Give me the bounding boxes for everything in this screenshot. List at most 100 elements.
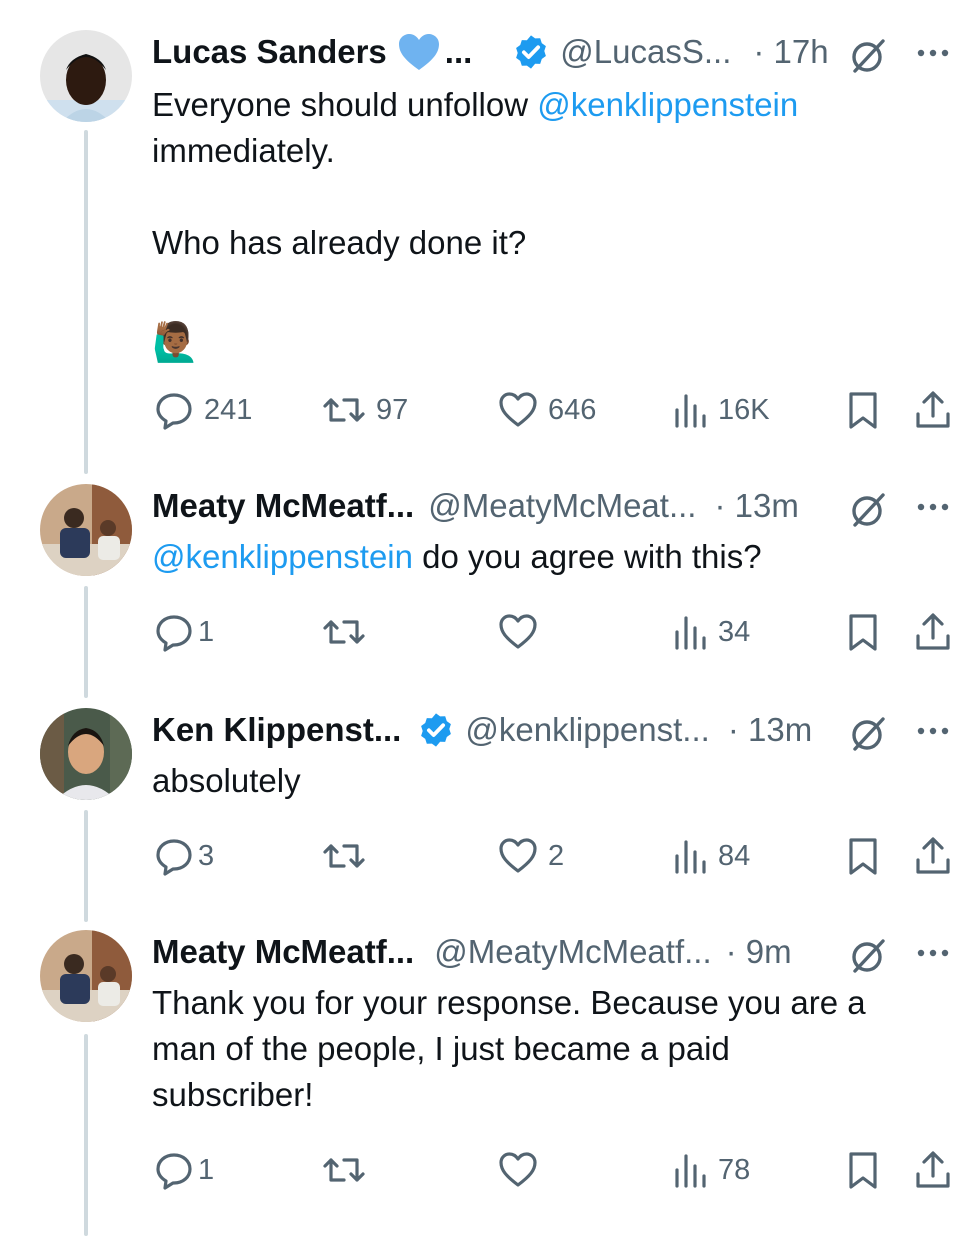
author-handle[interactable]: @MeatyMcMeat...	[428, 487, 696, 525]
text-line: subscriber!	[152, 1076, 314, 1113]
avatar[interactable]	[40, 30, 132, 122]
verified-badge-icon	[417, 711, 455, 749]
more-options-icon[interactable]	[916, 490, 950, 529]
tweet[interactable]: Meaty McMeatf... @MeatyMcMeat... · 13m @…	[0, 484, 972, 664]
author-name[interactable]: Ken Klippenst...	[152, 711, 401, 749]
analytics-icon	[675, 1154, 706, 1188]
reply-button[interactable]: 3	[154, 834, 214, 878]
share-button[interactable]	[914, 610, 952, 654]
tweet-header: Meaty McMeatf... @MeatyMcMeat... · 13m	[152, 484, 958, 528]
like-count: 2	[548, 839, 565, 872]
author-name[interactable]: Meaty McMeatf...	[152, 933, 414, 971]
repost-icon	[323, 1158, 365, 1182]
tweet-actions: 241 97 646 16K	[0, 388, 972, 432]
avatar[interactable]	[40, 484, 132, 576]
view-count: 34	[718, 615, 751, 648]
text-line: immediately.	[152, 132, 335, 169]
grok-icon[interactable]	[848, 490, 888, 535]
tweet-header: Meaty McMeatf... @MeatyMcMeatf... · 9m	[152, 930, 958, 974]
tweet-actions: 1 34	[0, 610, 972, 654]
author-handle[interactable]: @kenklippenst...	[465, 711, 709, 749]
share-icon	[916, 391, 950, 428]
mention-link[interactable]: @kenklippenstein	[152, 538, 413, 575]
bookmark-button[interactable]	[846, 834, 880, 878]
reply-count: 241	[204, 393, 253, 426]
tweet-actions: 3 2 84	[0, 834, 972, 878]
bookmark-icon	[849, 614, 877, 651]
more-options-icon[interactable]	[916, 36, 950, 75]
tweet-header: Lucas Sanders ... @LucasS... · 17h	[152, 30, 958, 74]
timestamp[interactable]: · 17h	[753, 33, 828, 71]
more-options-icon[interactable]	[916, 714, 950, 753]
author-name[interactable]: Meaty McMeatf...	[152, 487, 414, 525]
reply-button[interactable]: 241	[154, 388, 252, 432]
bookmark-button[interactable]	[846, 388, 880, 432]
grok-icon[interactable]	[848, 714, 888, 759]
reply-count: 1	[198, 1153, 215, 1186]
views-button[interactable]: 34	[672, 610, 750, 654]
repost-button[interactable]	[322, 1148, 376, 1192]
author-handle[interactable]: @LucasS...	[560, 33, 731, 71]
tweet[interactable]: Lucas Sanders ... @LucasS... · 17h Every…	[0, 30, 972, 450]
text-line: man of the people, I just became a paid	[152, 1030, 730, 1067]
bookmark-icon	[849, 838, 877, 875]
like-button[interactable]: 646	[498, 388, 596, 432]
like-button[interactable]: 2	[498, 834, 564, 878]
grok-icon[interactable]	[848, 36, 888, 81]
like-count: 646	[548, 393, 597, 426]
view-count: 78	[718, 1153, 751, 1186]
text-line: Who has already done it?	[152, 224, 527, 261]
reply-icon	[156, 1153, 192, 1190]
reply-icon	[156, 839, 192, 876]
tweet-actions: 1 78	[0, 1148, 972, 1192]
share-icon	[916, 1151, 950, 1188]
author-handle[interactable]: @MeatyMcMeatf...	[434, 933, 711, 971]
grok-icon[interactable]	[848, 936, 888, 981]
timestamp[interactable]: · 13m	[728, 711, 812, 749]
views-button[interactable]: 16K	[672, 388, 770, 432]
bookmark-button[interactable]	[846, 610, 880, 654]
analytics-icon	[675, 616, 706, 650]
like-button[interactable]	[498, 1148, 548, 1192]
mention-link[interactable]: @kenklippenstein	[537, 86, 798, 123]
repost-icon	[323, 844, 365, 868]
tweet[interactable]: Ken Klippenst... @kenklippenst... · 13m …	[0, 708, 972, 888]
repost-button[interactable]	[322, 610, 376, 654]
reply-count: 1	[198, 615, 215, 648]
text-segment: do you agree with this?	[413, 538, 762, 575]
bookmark-button[interactable]	[846, 1148, 880, 1192]
views-button[interactable]: 84	[672, 834, 750, 878]
more-options-icon[interactable]	[916, 936, 950, 975]
bookmark-icon	[849, 392, 877, 429]
name-truncation: ...	[444, 33, 473, 70]
reply-icon	[156, 615, 192, 652]
blue-heart-icon	[397, 32, 441, 72]
heart-icon	[499, 392, 537, 427]
author-name[interactable]: Lucas Sanders	[152, 33, 387, 71]
repost-icon	[323, 620, 365, 644]
reply-count: 3	[198, 839, 215, 872]
avatar[interactable]	[40, 708, 132, 800]
timestamp[interactable]: · 9m	[726, 933, 792, 971]
heart-icon	[499, 838, 537, 873]
repost-button[interactable]	[322, 834, 376, 878]
reply-button[interactable]: 1	[154, 610, 214, 654]
share-button[interactable]	[914, 388, 952, 432]
heart-icon	[499, 1152, 537, 1187]
reply-icon	[156, 393, 192, 430]
share-button[interactable]	[914, 834, 952, 878]
text-line: Thank you for your response. Because you…	[152, 984, 866, 1021]
tweet-text: absolutely	[152, 762, 301, 799]
tweet-text: @kenklippenstein do you agree with this?	[152, 534, 932, 580]
share-button[interactable]	[914, 1148, 952, 1192]
tweet[interactable]: Meaty McMeatf... @MeatyMcMeatf... · 9m T…	[0, 930, 972, 1220]
views-button[interactable]: 78	[672, 1148, 750, 1192]
tweet-text: Everyone should unfollow @kenklippenstei…	[152, 82, 932, 368]
repost-icon	[323, 398, 365, 422]
avatar[interactable]	[40, 930, 132, 1022]
repost-button[interactable]: 97	[322, 388, 408, 432]
share-icon	[916, 613, 950, 650]
reply-button[interactable]: 1	[154, 1148, 214, 1192]
timestamp[interactable]: · 13m	[714, 487, 798, 525]
like-button[interactable]	[498, 610, 548, 654]
